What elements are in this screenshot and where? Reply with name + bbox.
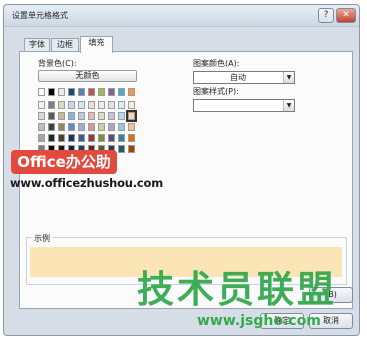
palette-row <box>38 110 138 122</box>
color-swatch[interactable] <box>98 123 105 131</box>
color-swatch[interactable] <box>88 101 95 109</box>
palette-row <box>38 134 138 143</box>
color-swatch[interactable] <box>128 134 135 142</box>
color-swatch[interactable] <box>38 123 45 131</box>
tab-fill[interactable]: 填充 <box>80 36 113 53</box>
color-swatch[interactable] <box>88 123 95 131</box>
color-swatch[interactable] <box>108 112 115 120</box>
color-swatch[interactable] <box>38 134 45 142</box>
color-swatch[interactable] <box>88 112 95 120</box>
color-swatch[interactable] <box>38 88 45 96</box>
pattern-color-select[interactable]: 自动 ▼ <box>193 71 295 84</box>
color-swatch[interactable] <box>48 112 55 120</box>
palette-row <box>38 123 138 132</box>
color-swatch[interactable] <box>108 134 115 142</box>
color-swatch[interactable] <box>118 123 125 131</box>
tab-font[interactable]: 字体 <box>24 38 50 52</box>
color-swatch[interactable] <box>58 123 65 131</box>
color-swatch[interactable] <box>98 134 105 142</box>
color-swatch[interactable] <box>58 101 65 109</box>
color-swatch[interactable] <box>78 134 85 142</box>
color-swatch[interactable] <box>108 101 115 109</box>
color-swatch[interactable] <box>118 112 125 120</box>
pattern-style-label: 图案样式(P): <box>193 87 239 96</box>
color-swatch[interactable] <box>48 123 55 131</box>
palette-row <box>38 88 138 97</box>
color-swatch[interactable] <box>128 101 135 109</box>
color-swatch[interactable] <box>108 88 115 96</box>
color-swatch[interactable] <box>38 101 45 109</box>
color-swatch[interactable] <box>98 101 105 109</box>
title-bar: 设置单元格格式 ? ✕ <box>4 5 359 27</box>
color-swatch[interactable] <box>118 88 125 96</box>
color-swatch[interactable] <box>118 145 125 153</box>
color-swatch[interactable] <box>68 123 75 131</box>
color-swatch[interactable] <box>38 112 45 120</box>
color-swatch[interactable] <box>68 112 75 120</box>
color-swatch[interactable] <box>128 88 135 96</box>
help-button[interactable]: ? <box>318 8 334 23</box>
color-swatch[interactable] <box>88 88 95 96</box>
color-swatch[interactable] <box>128 123 135 131</box>
close-button[interactable]: ✕ <box>336 8 356 23</box>
color-swatch[interactable] <box>98 112 105 120</box>
color-swatch[interactable] <box>78 88 85 96</box>
office-watermark-badge: Office办公助手 <box>11 150 117 195</box>
color-swatch[interactable] <box>48 134 55 142</box>
color-swatch[interactable] <box>78 112 85 120</box>
chevron-down-icon[interactable]: ▼ <box>283 72 294 83</box>
tab-border[interactable]: 边框 <box>51 38 79 52</box>
pattern-color-value: 自动 <box>230 73 246 82</box>
office-watermark-url: www.officezhushou.com <box>10 176 164 190</box>
chevron-down-icon[interactable]: ▼ <box>283 100 294 111</box>
background-color-label: 背景色(C): <box>38 59 77 68</box>
color-swatch[interactable] <box>48 88 55 96</box>
jsgho-watermark-url: www.jsgho.com <box>197 313 321 329</box>
color-swatch[interactable] <box>78 123 85 131</box>
color-swatch[interactable] <box>126 110 137 122</box>
sample-label: 示例 <box>32 233 52 244</box>
color-swatch[interactable] <box>68 134 75 142</box>
color-swatch[interactable] <box>58 134 65 142</box>
jsgho-watermark-text: 技术员联盟 <box>137 268 337 311</box>
color-swatch[interactable] <box>68 101 75 109</box>
color-swatch[interactable] <box>128 145 135 153</box>
color-swatch[interactable] <box>58 88 65 96</box>
color-swatch[interactable] <box>58 112 65 120</box>
color-swatch[interactable] <box>108 123 115 131</box>
palette-row <box>38 101 138 110</box>
pattern-color-label: 图案颜色(A): <box>193 59 240 68</box>
color-swatch[interactable] <box>118 134 125 142</box>
color-swatch[interactable] <box>118 101 125 109</box>
color-swatch[interactable] <box>78 101 85 109</box>
no-color-button[interactable]: 无颜色 <box>38 70 137 82</box>
color-swatch[interactable] <box>88 134 95 142</box>
color-swatch[interactable] <box>98 88 105 96</box>
color-swatch[interactable] <box>48 101 55 109</box>
color-swatch[interactable] <box>68 88 75 96</box>
dialog-title: 设置单元格格式 <box>12 11 68 20</box>
color-palette <box>38 88 138 156</box>
pattern-style-select[interactable]: ▼ <box>193 99 295 112</box>
